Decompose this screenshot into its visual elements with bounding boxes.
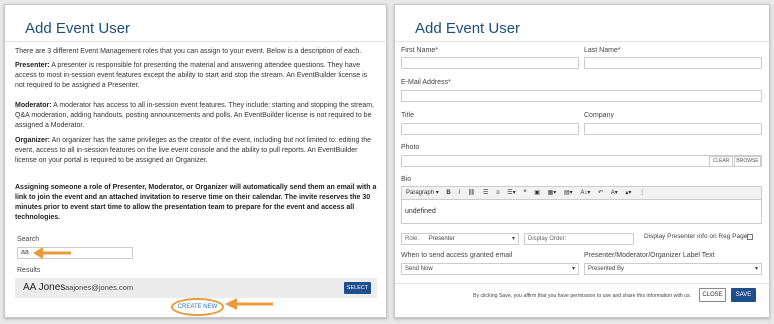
- title-label: Title: [401, 112, 414, 119]
- when-send-label: When to send access granted email: [401, 252, 513, 259]
- when-send-select[interactable]: Send Now ▾: [401, 263, 579, 275]
- quote-icon[interactable]: ❝: [523, 187, 526, 199]
- results-label: Results: [17, 267, 41, 274]
- result-name: AA Jones: [23, 282, 66, 293]
- close-button[interactable]: CLOSE: [699, 288, 726, 302]
- moderator-role-desc: A moderator has access to all in-session…: [15, 102, 374, 129]
- organizer-description: Organizer: An organizer has the same pri…: [15, 136, 377, 166]
- display-presenter-label: Display Presenter info on Reg Page: [644, 233, 748, 240]
- label-text-value: Presented By: [588, 266, 625, 272]
- company-label: Company: [584, 112, 614, 119]
- browse-photo-button[interactable]: BROWSE: [734, 156, 761, 167]
- email-field[interactable]: [401, 90, 762, 102]
- font-color-icon[interactable]: A▾: [611, 187, 618, 199]
- role-select[interactable]: Role: Presenter ▾: [401, 233, 519, 245]
- unordered-list-icon[interactable]: ☰: [483, 187, 488, 199]
- organizer-role-name: Organizer:: [15, 137, 51, 144]
- media-icon[interactable]: ▤▾: [564, 187, 573, 199]
- font-size-icon[interactable]: A↕▾: [580, 187, 590, 199]
- presenter-description: Presenter: A presenter is responsible fo…: [15, 61, 377, 91]
- create-new-label: CREATE NEW: [177, 304, 218, 310]
- role-select-label: Role:: [405, 236, 420, 242]
- create-new-link[interactable]: CREATE NEW: [171, 298, 224, 316]
- display-order-placeholder: Display Order:: [528, 236, 567, 242]
- align-icon[interactable]: ☰▾: [507, 187, 515, 199]
- photo-field[interactable]: [401, 155, 762, 167]
- chevron-down-icon: ▾: [754, 266, 758, 272]
- link-icon[interactable]: ⛓: [468, 187, 476, 199]
- intro-text: There are 3 different Event Management r…: [15, 48, 362, 55]
- chevron-down-icon: ▾: [511, 236, 515, 242]
- label-text-label: Presenter/Moderator/Organizer Label Text: [584, 252, 715, 259]
- chevron-down-icon: ▾: [571, 266, 575, 272]
- title-field[interactable]: [401, 123, 579, 135]
- clear-photo-button[interactable]: CLEAR: [709, 156, 733, 167]
- image-icon[interactable]: ▣: [534, 187, 540, 199]
- last-name-label: Last Name*: [584, 47, 621, 54]
- bold-icon[interactable]: B: [446, 187, 450, 199]
- bio-editor[interactable]: undefined: [401, 199, 762, 224]
- role-select-value: Presenter: [428, 236, 455, 242]
- create-new-annotation-arrow: [225, 298, 273, 310]
- italic-icon[interactable]: I: [458, 187, 460, 199]
- moderator-role-name: Moderator:: [15, 102, 52, 109]
- display-presenter-checkbox[interactable]: [747, 234, 753, 240]
- footer-divider: [395, 283, 769, 284]
- ordered-list-icon[interactable]: ≡: [496, 187, 500, 199]
- first-name-field[interactable]: [401, 57, 579, 69]
- display-order-field[interactable]: Display Order:: [524, 233, 634, 245]
- email-label: E-Mail Address*: [401, 79, 451, 86]
- bio-label: Bio: [401, 176, 412, 183]
- bio-content: undefined: [405, 208, 436, 215]
- result-email: aajones@jones.com: [65, 283, 134, 292]
- moderator-description: Moderator: A moderator has access to all…: [15, 101, 377, 131]
- first-name-label: First Name*: [401, 47, 438, 54]
- select-button[interactable]: SELECT: [344, 282, 371, 294]
- company-field[interactable]: [584, 123, 762, 135]
- background-color-icon[interactable]: ▴▾: [625, 187, 631, 199]
- organizer-role-desc: An organizer has the same privileges as …: [15, 137, 372, 164]
- panel-title: Add Event User: [25, 20, 131, 37]
- more-options-icon[interactable]: ⋮: [639, 187, 645, 199]
- consent-text: By clicking Save, you affirm that you ha…: [473, 293, 692, 299]
- photo-label: Photo: [401, 144, 420, 151]
- presenter-role-desc: A presenter is responsible for presentin…: [15, 62, 368, 89]
- when-send-value: Send Now: [405, 266, 433, 272]
- bio-editor-toolbar: Paragraph ▾ B I ⛓ ☰ ≡ ☰▾ ❝ ▣ ▦▾ ▤▾ A↕▾ ↶…: [401, 186, 762, 199]
- paragraph-format-select[interactable]: Paragraph ▾: [406, 187, 439, 199]
- header-divider: [5, 41, 386, 42]
- form-title: Add Event User: [415, 20, 521, 37]
- paragraph-format-label: Paragraph: [406, 190, 435, 196]
- add-event-user-info-panel: Add Event User There are 3 different Eve…: [4, 4, 387, 318]
- table-icon[interactable]: ▦▾: [548, 187, 557, 199]
- search-annotation-arrow: [33, 247, 71, 259]
- label-text-select[interactable]: Presented By ▾: [584, 263, 762, 275]
- search-label: Search: [17, 236, 40, 243]
- role-email-notice: Assigning someone a role of Presenter, M…: [15, 184, 377, 221]
- presenter-role-name: Presenter:: [15, 62, 50, 69]
- last-name-field[interactable]: [584, 57, 762, 69]
- header-divider: [395, 41, 769, 42]
- save-button[interactable]: SAVE: [731, 288, 756, 302]
- undo-icon[interactable]: ↶: [598, 187, 603, 199]
- add-event-user-form-panel: Add Event User First Name* Last Name* E-…: [394, 4, 770, 318]
- result-row: AA Jones aajones@jones.com SELECT: [15, 278, 377, 298]
